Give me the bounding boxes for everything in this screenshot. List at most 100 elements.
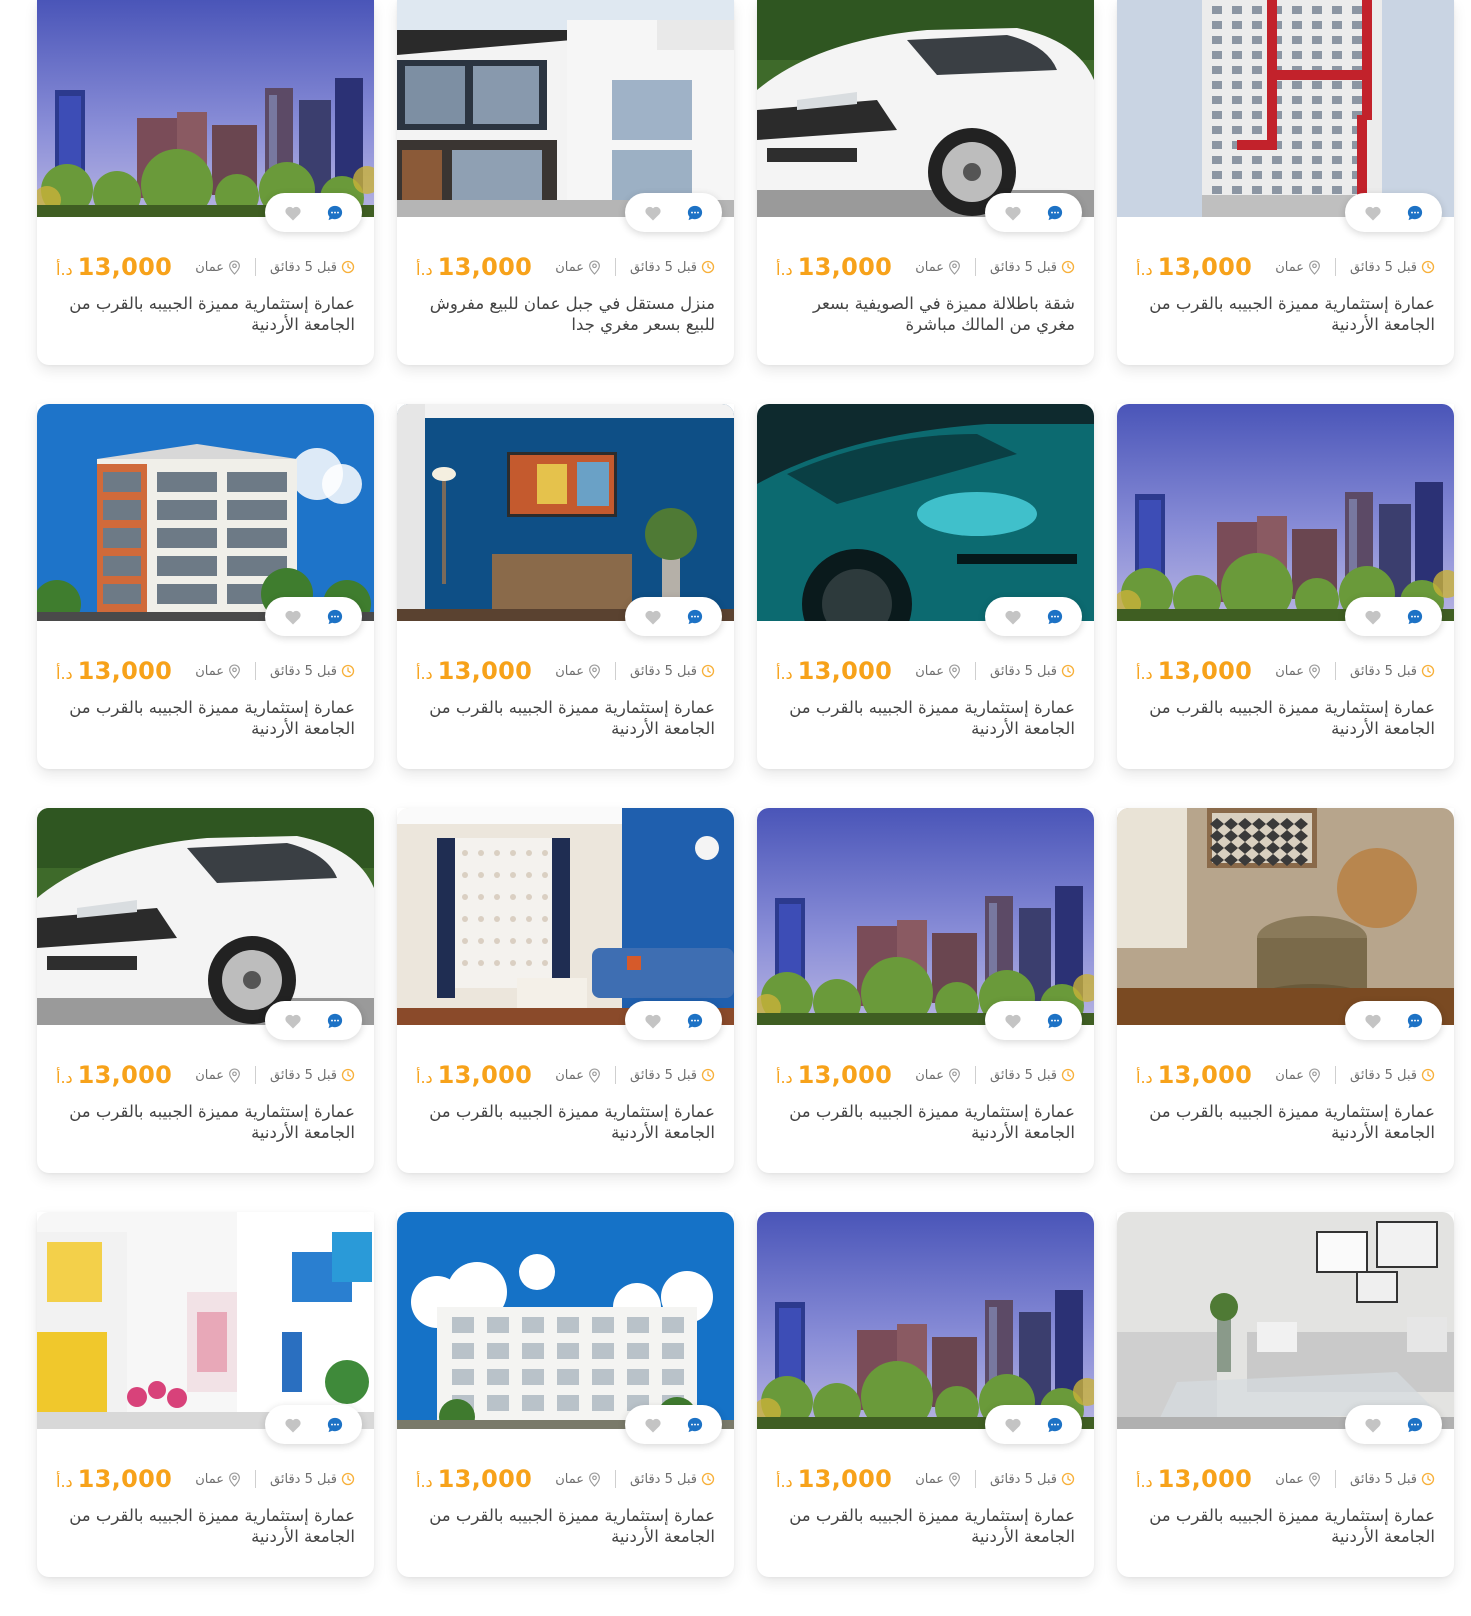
listing-card[interactable]: قبل 5 دقائق عمان 13,000 د.أ عمارة إستثما…: [1117, 808, 1454, 1173]
price-currency: د.أ: [416, 260, 433, 279]
listing-card[interactable]: قبل 5 دقائق عمان 13,000 د.أ عمارة إستثما…: [757, 1212, 1094, 1577]
listing-card[interactable]: قبل 5 دقائق عمان 13,000 د.أ عمارة إستثما…: [397, 808, 734, 1173]
listing-card[interactable]: قبل 5 دقائق عمان 13,000 د.أ عمارة إستثما…: [757, 808, 1094, 1173]
listing-photo[interactable]: [37, 404, 374, 621]
heart-icon[interactable]: [643, 1415, 663, 1435]
listing-title[interactable]: عمارة إستثمارية مميزة الجبيبه بالقرب من …: [776, 1101, 1075, 1143]
heart-icon[interactable]: [1363, 607, 1383, 627]
chat-bubble-icon[interactable]: [1045, 203, 1065, 223]
chat-bubble-icon[interactable]: [325, 203, 345, 223]
chat-bubble-icon[interactable]: [685, 1011, 705, 1031]
price-currency: د.أ: [416, 664, 433, 683]
chat-bubble-icon[interactable]: [1405, 1011, 1425, 1031]
chat-bubble-icon[interactable]: [1405, 203, 1425, 223]
listing-title[interactable]: عمارة إستثمارية مميزة الجبيبه بالقرب من …: [776, 697, 1075, 739]
chat-bubble-icon[interactable]: [325, 607, 345, 627]
listing-photo[interactable]: [37, 1212, 374, 1429]
heart-icon[interactable]: [1363, 1011, 1383, 1031]
price-amount: 13,000: [1157, 1061, 1253, 1089]
listing-card[interactable]: قبل 5 دقائق عمان 13,000 د.أ عمارة إستثما…: [37, 808, 374, 1173]
listing-title[interactable]: عمارة إستثمارية مميزة الجبيبه بالقرب من …: [1136, 697, 1435, 739]
listing-photo[interactable]: [1117, 1212, 1454, 1429]
heart-icon[interactable]: [283, 1011, 303, 1031]
heart-icon[interactable]: [283, 1415, 303, 1435]
listing-time-text: قبل 5 دقائق: [630, 1067, 697, 1083]
clock-icon: [1061, 1472, 1075, 1486]
listing-photo[interactable]: [757, 1212, 1094, 1429]
listing-price: 13,000 د.أ: [1136, 253, 1252, 281]
chat-bubble-icon[interactable]: [325, 1011, 345, 1031]
listing-card[interactable]: قبل 5 دقائق عمان 13,000 د.أ عمارة إستثما…: [1117, 0, 1454, 365]
listing-card[interactable]: قبل 5 دقائق عمان 13,000 د.أ عمارة إستثما…: [397, 404, 734, 769]
listing-photo[interactable]: [397, 0, 734, 217]
price-amount: 13,000: [1157, 253, 1253, 281]
chat-bubble-icon[interactable]: [325, 1415, 345, 1435]
listing-card[interactable]: قبل 5 دقائق عمان 13,000 د.أ عمارة إستثما…: [37, 404, 374, 769]
listing-title[interactable]: عمارة إستثمارية مميزة الجبيبه بالقرب من …: [416, 1101, 715, 1143]
listing-title[interactable]: منزل مستقل في جبل عمان للبيع مفروش للبيع…: [416, 293, 715, 335]
heart-icon[interactable]: [283, 203, 303, 223]
heart-icon[interactable]: [643, 607, 663, 627]
listing-title[interactable]: عمارة إستثمارية مميزة الجبيبه بالقرب من …: [1136, 1101, 1435, 1143]
listing-title[interactable]: عمارة إستثمارية مميزة الجبيبه بالقرب من …: [416, 1505, 715, 1547]
chat-bubble-icon[interactable]: [1405, 607, 1425, 627]
listing-card[interactable]: قبل 5 دقائق عمان 13,000 د.أ عمارة إستثما…: [757, 404, 1094, 769]
listing-title[interactable]: عمارة إستثمارية مميزة الجبيبه بالقرب من …: [776, 1505, 1075, 1547]
listing-card[interactable]: قبل 5 دقائق عمان 13,000 د.أ عمارة إستثما…: [1117, 1212, 1454, 1577]
listing-photo[interactable]: [37, 808, 374, 1025]
heart-icon[interactable]: [1003, 1011, 1023, 1031]
listing-photo[interactable]: [757, 404, 1094, 621]
listing-title[interactable]: عمارة إستثمارية مميزة الجبيبه بالقرب من …: [1136, 293, 1435, 335]
listing-location: عمان: [1275, 1068, 1321, 1083]
chat-bubble-icon[interactable]: [685, 1415, 705, 1435]
chat-bubble-icon[interactable]: [1045, 1415, 1065, 1435]
listing-card[interactable]: قبل 5 دقائق عمان 13,000 د.أ عمارة إستثما…: [1117, 404, 1454, 769]
listing-photo[interactable]: [397, 808, 734, 1025]
heart-icon[interactable]: [1363, 1415, 1383, 1435]
card-actions: [265, 597, 362, 636]
chat-bubble-icon[interactable]: [685, 203, 705, 223]
listing-photo[interactable]: [397, 404, 734, 621]
chat-bubble-icon[interactable]: [1045, 1011, 1065, 1031]
listing-card[interactable]: قبل 5 دقائق عمان 13,000 د.أ شقة باطلالة …: [757, 0, 1094, 365]
listing-title[interactable]: عمارة إستثمارية مميزة الجبيبه بالقرب من …: [416, 697, 715, 739]
listing-photo[interactable]: [757, 0, 1094, 217]
listing-photo[interactable]: [1117, 0, 1454, 217]
price-amount: 13,000: [797, 657, 893, 685]
heart-icon[interactable]: [1003, 607, 1023, 627]
price-amount: 13,000: [437, 253, 533, 281]
listing-title[interactable]: عمارة إستثمارية مميزة الجبيبه بالقرب من …: [1136, 1505, 1435, 1547]
clock-icon: [1421, 260, 1435, 274]
listing-title[interactable]: عمارة إستثمارية مميزة الجبيبه بالقرب من …: [56, 293, 355, 335]
listing-photo[interactable]: [37, 0, 374, 217]
heart-icon[interactable]: [643, 1011, 663, 1031]
listing-time-text: قبل 5 دقائق: [990, 663, 1057, 679]
listing-title[interactable]: عمارة إستثمارية مميزة الجبيبه بالقرب من …: [56, 697, 355, 739]
listing-card[interactable]: قبل 5 دقائق عمان 13,000 د.أ عمارة إستثما…: [37, 1212, 374, 1577]
listing-photo[interactable]: [1117, 404, 1454, 621]
listing-location: عمان: [915, 260, 961, 275]
listing-meta: قبل 5 دقائق عمان 13,000 د.أ: [1117, 1061, 1454, 1089]
listing-card[interactable]: قبل 5 دقائق عمان 13,000 د.أ منزل مستقل ف…: [397, 0, 734, 365]
heart-icon[interactable]: [643, 203, 663, 223]
listing-card[interactable]: قبل 5 دقائق عمان 13,000 د.أ عمارة إستثما…: [37, 0, 374, 365]
listing-location: عمان: [555, 1472, 601, 1487]
listing-title[interactable]: عمارة إستثمارية مميزة الجبيبه بالقرب من …: [56, 1505, 355, 1547]
price-amount: 13,000: [797, 1465, 893, 1493]
chat-bubble-icon[interactable]: [1045, 607, 1065, 627]
location-pin-icon: [949, 663, 960, 679]
listing-photo[interactable]: [1117, 808, 1454, 1025]
listing-photo[interactable]: [757, 808, 1094, 1025]
heart-icon[interactable]: [283, 607, 303, 627]
listing-card[interactable]: قبل 5 دقائق عمان 13,000 د.أ عمارة إستثما…: [397, 1212, 734, 1577]
listing-title[interactable]: عمارة إستثمارية مميزة الجبيبه بالقرب من …: [56, 1101, 355, 1143]
listing-photo[interactable]: [397, 1212, 734, 1429]
heart-icon[interactable]: [1003, 1415, 1023, 1435]
card-actions: [265, 1405, 362, 1444]
chat-bubble-icon[interactable]: [1405, 1415, 1425, 1435]
price-currency: د.أ: [416, 1472, 433, 1491]
listing-title[interactable]: شقة باطلالة مميزة في الصويفية بسعر مغري …: [776, 293, 1075, 335]
heart-icon[interactable]: [1003, 203, 1023, 223]
heart-icon[interactable]: [1363, 203, 1383, 223]
chat-bubble-icon[interactable]: [685, 607, 705, 627]
